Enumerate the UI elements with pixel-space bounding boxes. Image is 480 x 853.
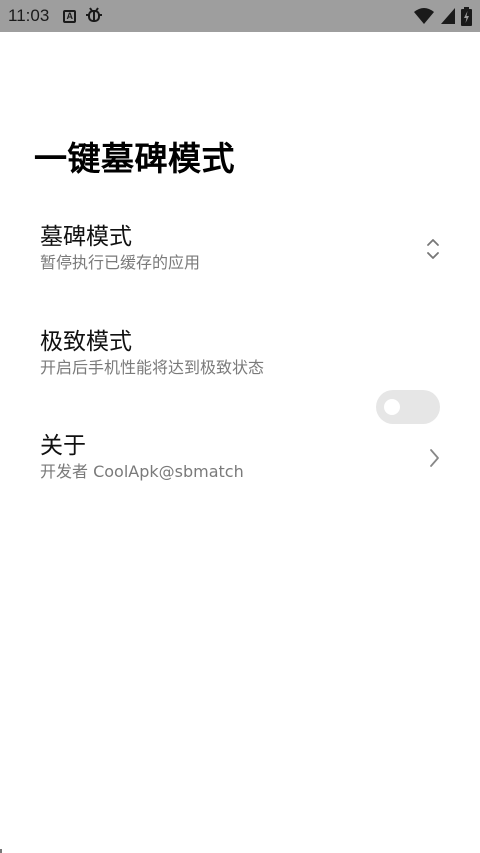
extreme-mode-toggle[interactable]	[376, 390, 440, 424]
page-title: 一键墓碑模式	[34, 139, 235, 178]
bug-icon	[84, 4, 104, 28]
setting-extreme-mode: 极致模式 开启后手机性能将达到极致状态	[40, 327, 450, 424]
wifi-icon	[413, 7, 435, 25]
status-bar: 11:03 A	[0, 0, 480, 32]
status-right-icons	[413, 6, 472, 26]
setting-subtitle: 开发者 CoolApk@sbmatch	[40, 462, 244, 481]
bottom-edge-mark	[0, 849, 2, 853]
toggle-knob	[384, 399, 400, 415]
setting-subtitle: 开启后手机性能将达到极致状态	[40, 358, 265, 377]
setting-subtitle: 暂停执行已缓存的应用	[40, 253, 201, 272]
a-box-icon: A	[63, 9, 77, 23]
setting-title: 墓碑模式	[40, 224, 132, 250]
chevron-right-icon[interactable]	[428, 448, 440, 472]
setting-title: 关于	[40, 433, 86, 459]
expand-collapse-icon[interactable]	[426, 238, 440, 264]
battery-charging-icon	[461, 6, 472, 26]
status-time: 11:03	[8, 6, 50, 25]
setting-about[interactable]: 关于 开发者 CoolApk@sbmatch	[40, 431, 450, 483]
setting-tombstone-mode[interactable]: 墓碑模式 暂停执行已缓存的应用	[40, 222, 450, 274]
signal-icon	[440, 7, 456, 25]
status-left-icons: A	[63, 4, 104, 28]
setting-title: 极致模式	[40, 329, 132, 355]
